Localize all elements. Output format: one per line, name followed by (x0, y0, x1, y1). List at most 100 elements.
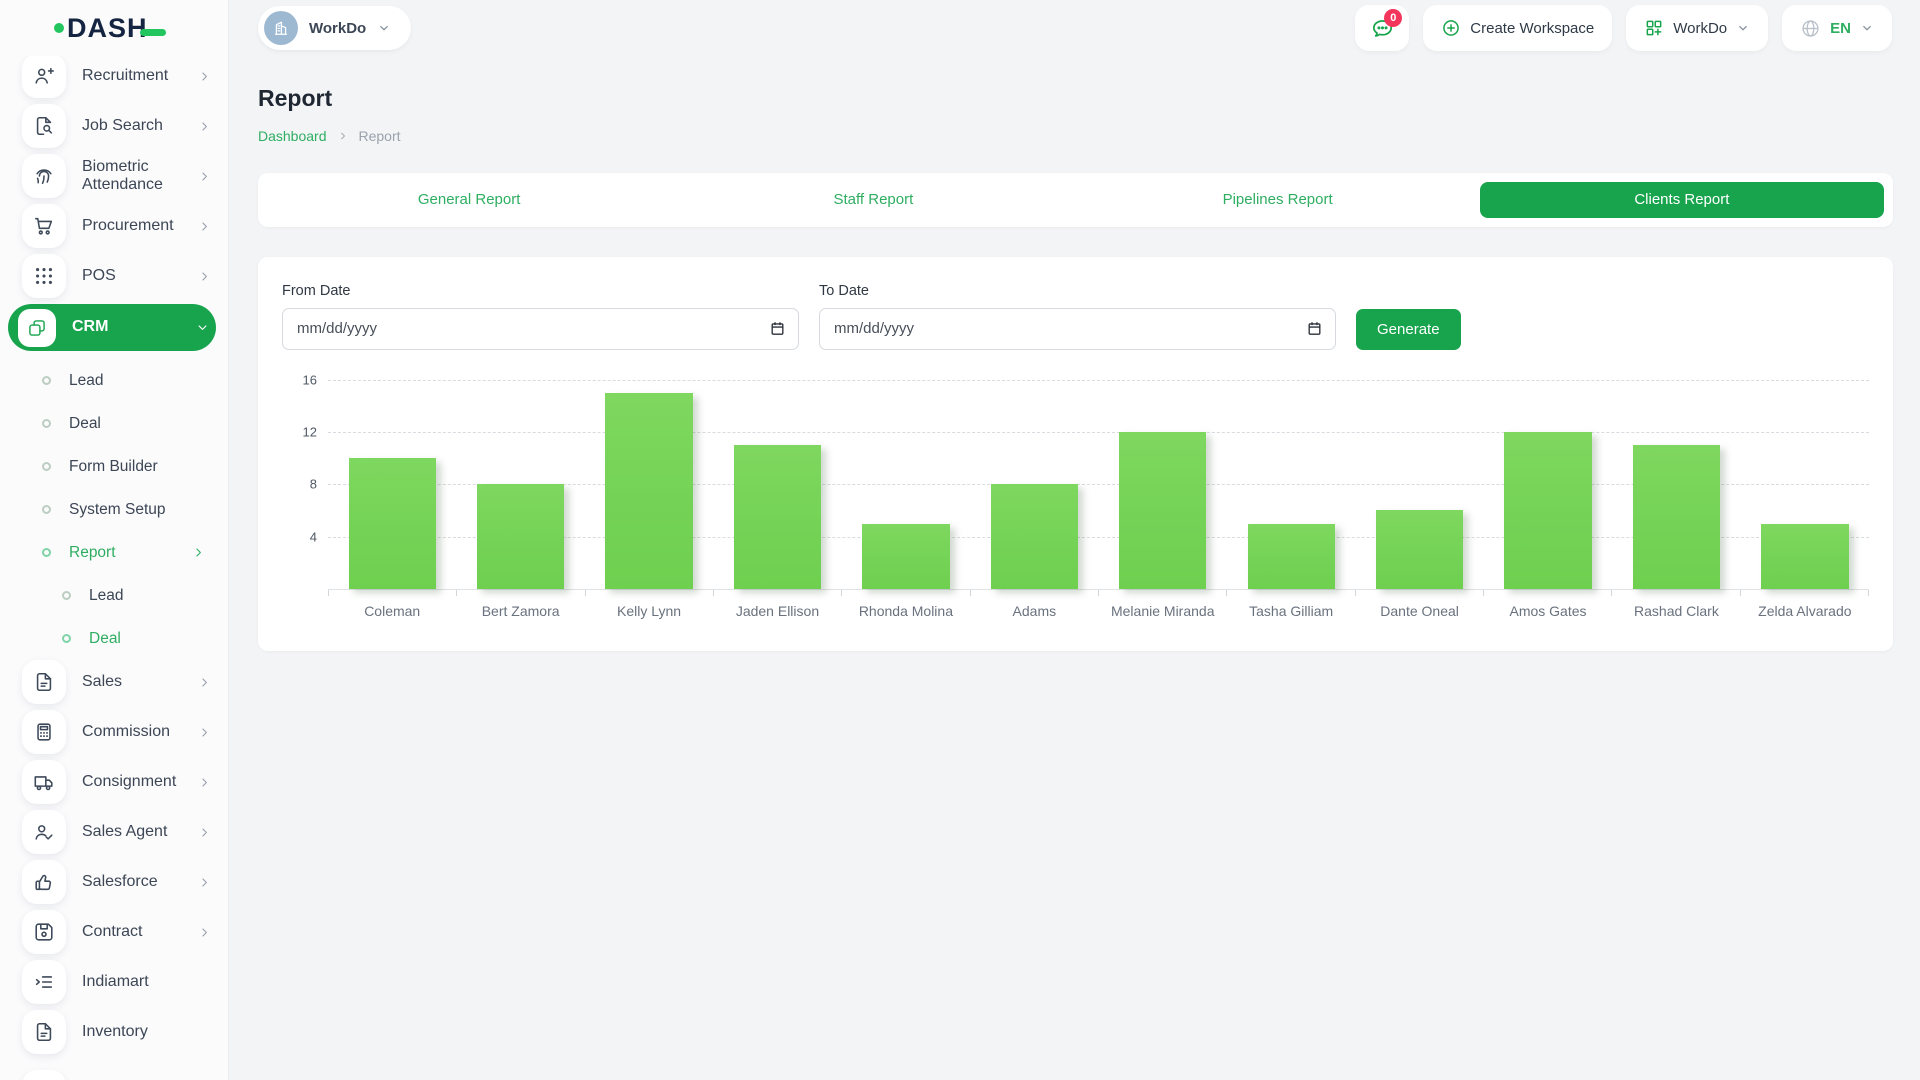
bullet-icon (42, 462, 51, 471)
truck-icon (22, 760, 66, 804)
chart-axis-tick (1227, 590, 1355, 596)
chart-x-label: Zelda Alvarado (1741, 603, 1869, 619)
chart-bar-amos-gates (1504, 432, 1591, 589)
file-icon (22, 660, 66, 704)
sidebar-item-lead[interactable]: Lead (0, 359, 228, 402)
sidebar-item-inventory[interactable]: Inventory (0, 1010, 218, 1054)
sidebar-item-label: Deal (89, 630, 228, 648)
globe-icon (1800, 18, 1821, 39)
breadcrumb-current: Report (359, 128, 401, 144)
topbar: WorkDo 0 Create Workspace WorkDo (228, 0, 1920, 56)
chevron-right-icon (197, 875, 212, 890)
chevron-down-icon (1736, 21, 1750, 35)
messages-button[interactable]: 0 (1355, 5, 1409, 51)
generate-button[interactable]: Generate (1356, 309, 1461, 350)
chart-y-tick-label: 8 (310, 477, 317, 492)
chart-bar-slot (328, 380, 456, 589)
sidebar-item-pos[interactable]: POS (0, 254, 218, 298)
from-date-input[interactable] (295, 319, 769, 338)
sidebar-item-contract[interactable]: Contract (0, 910, 218, 954)
sidebar-item-deal[interactable]: Deal (0, 402, 228, 445)
chevron-right-icon (197, 269, 212, 284)
chart-x-label: Rashad Clark (1612, 603, 1740, 619)
cart-icon (22, 204, 66, 248)
tab-general-report[interactable]: General Report (267, 182, 671, 218)
tab-staff-report[interactable]: Staff Report (671, 182, 1075, 218)
chart-x-label: Bert Zamora (456, 603, 584, 619)
calendar-icon[interactable] (1306, 320, 1323, 337)
calendar-icon[interactable] (769, 320, 786, 337)
org-dropdown[interactable]: WorkDo (1626, 5, 1768, 51)
sidebar-item-recruitment[interactable]: Recruitment (0, 54, 218, 98)
to-date-label: To Date (819, 283, 1336, 299)
sidebar-item-consignment[interactable]: Consignment (0, 760, 218, 804)
sidebar-menu: Recruitment Job Search Biometric Attendanc… (0, 50, 228, 1080)
sidebar-item-label: Inventory (82, 1023, 218, 1041)
sidebar-item-lead[interactable]: Lead (0, 574, 228, 617)
sidebar-item-label: POS (82, 267, 197, 285)
sidebar-item-crm[interactable]: CRM (8, 304, 216, 351)
chart-x-label: Coleman (328, 603, 456, 619)
sidebar-item-job-search[interactable]: Job Search (0, 104, 218, 148)
workspace-avatar (264, 11, 298, 45)
chart-bar-slot (1355, 380, 1483, 589)
chevron-down-icon (195, 320, 210, 335)
chart-bar-slot (1484, 380, 1612, 589)
chart-axis-tick (1612, 590, 1740, 596)
sidebar-item-report[interactable]: Report (0, 531, 228, 574)
chevron-right-icon (197, 725, 212, 740)
sidebar-item-commission[interactable]: Commission (0, 710, 218, 754)
chart-bar-dante-oneal (1376, 510, 1463, 588)
sidebar-item-label: Lead (89, 587, 228, 605)
sidebar-item-sales[interactable]: Sales (0, 660, 218, 704)
sidebar-item-procurement[interactable]: Procurement (0, 204, 218, 248)
sidebar-item-label: Contract (82, 923, 197, 941)
tab-pipelines-report[interactable]: Pipelines Report (1076, 182, 1480, 218)
to-date-input[interactable] (832, 319, 1306, 338)
sidebar-item-salesforce[interactable]: Salesforce (0, 860, 218, 904)
layers-icon (18, 309, 56, 347)
sidebar-item-system-setup[interactable]: System Setup (0, 488, 228, 531)
create-workspace-button[interactable]: Create Workspace (1423, 5, 1612, 51)
logo-text: DASH (67, 15, 148, 42)
sidebar-item-sales-agent[interactable]: Sales Agent (0, 810, 218, 854)
sidebar-item-form-builder[interactable]: Form Builder (0, 445, 228, 488)
from-date-label: From Date (282, 283, 799, 299)
language-label: EN (1830, 20, 1851, 37)
chart-axis-tick (1741, 590, 1869, 596)
chart-bar-tasha-gilliam (1248, 524, 1335, 589)
chart-axis-tick (329, 590, 457, 596)
sidebar-item-label: Biometric Attendance (82, 158, 197, 195)
sidebar-item-deal[interactable]: Deal (0, 617, 228, 660)
clients-bar-chart: 481216 ColemanBert ZamoraKelly LynnJaden… (282, 380, 1869, 619)
bullet-icon (42, 376, 51, 385)
chevron-right-icon (197, 825, 212, 840)
logo-dot-icon (54, 23, 64, 33)
sidebar-item-label: Sales Agent (82, 823, 197, 841)
sidebar-item-label: System Setup (69, 501, 228, 519)
sidebar-item-biometric-attendance[interactable]: Biometric Attendance (0, 154, 218, 198)
chevron-right-icon (191, 545, 206, 560)
tab-clients-report[interactable]: Clients Report (1480, 182, 1884, 218)
user-plus-icon (22, 54, 66, 98)
chart-axis-tick (457, 590, 585, 596)
sidebar-item-partial[interactable] (22, 1070, 66, 1080)
workspace-switcher[interactable]: WorkDo (258, 6, 411, 50)
sidebar-item-label: Sales (82, 673, 197, 691)
chart-bar-slot (1227, 380, 1355, 589)
app-logo[interactable]: DASH (0, 0, 228, 56)
chart-bar-slot (970, 380, 1098, 589)
sidebar-item-indiamart[interactable]: Indiamart (0, 960, 218, 1004)
org-grid-icon (1644, 18, 1664, 38)
filter-form: From Date To Date Generate (282, 283, 1869, 350)
chart-bar-adams (991, 484, 1078, 589)
language-dropdown[interactable]: EN (1782, 5, 1892, 51)
bullet-icon (62, 591, 71, 600)
chart-x-label: Adams (970, 603, 1098, 619)
breadcrumb-dashboard-link[interactable]: Dashboard (258, 128, 327, 144)
chart-axis-tick (1484, 590, 1612, 596)
workspace-label: WorkDo (309, 20, 366, 37)
org-label: WorkDo (1673, 20, 1727, 37)
breadcrumb: Dashboard Report (258, 128, 1893, 144)
user-check-icon (22, 810, 66, 854)
